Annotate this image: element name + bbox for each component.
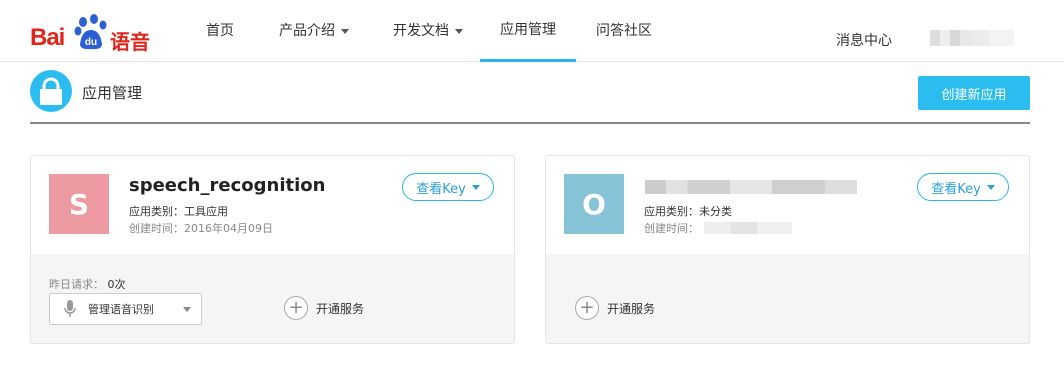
nav-label: 问答社区 <box>596 23 652 39</box>
plus-icon: + <box>575 296 599 320</box>
chevron-down-icon <box>183 307 191 312</box>
manage-service-select[interactable]: 管理语音识别 <box>49 293 202 325</box>
nav-label: 产品介绍 <box>279 23 335 39</box>
app-created-date: 创建时间： <box>644 220 699 236</box>
app-card: S speech_recognition 应用类别：工具应用 创建时间：2016… <box>30 155 515 344</box>
requests-value: 0次 <box>107 278 126 291</box>
nav-item-docs[interactable]: 开发文档 <box>378 0 478 62</box>
nav-item-app-management[interactable]: 应用管理 <box>480 0 576 62</box>
logo-du-text: du <box>85 37 97 48</box>
create-app-button[interactable]: 创建新应用 <box>918 76 1030 110</box>
baidu-voice-logo[interactable]: Bai du 语音 <box>30 14 150 54</box>
app-card: O 应用类别：未分类 创建时间： 查看Key + 开通服务 <box>545 155 1030 344</box>
chevron-down-icon <box>986 184 995 190</box>
chevron-down-icon <box>471 184 480 190</box>
page-header: 应用管理 创建新应用 <box>30 62 1030 124</box>
nav-label: 开发文档 <box>393 23 449 39</box>
app-name-redacted <box>645 180 857 194</box>
nav-item-products[interactable]: 产品介绍 <box>250 0 378 62</box>
app-category: 应用类别：工具应用 <box>129 205 228 218</box>
message-center-link[interactable]: 消息中心 <box>836 30 892 50</box>
bag-icon <box>30 70 72 112</box>
logo-suffix-text: 语音 <box>110 30 150 54</box>
open-service-button[interactable]: + 开通服务 <box>284 296 364 320</box>
main-nav: 首页 产品介绍 开发文档 应用管理 问答社区 <box>190 0 672 62</box>
plus-icon: + <box>284 296 308 320</box>
nav-item-home[interactable]: 首页 <box>190 0 250 62</box>
app-name: speech_recognition <box>129 175 326 196</box>
nav-item-community[interactable]: 问答社区 <box>576 0 672 62</box>
open-service-label: 开通服务 <box>316 301 365 316</box>
logo-bai-text: Bai <box>30 24 65 51</box>
created-date-redacted <box>704 222 792 234</box>
page-title: 应用管理 <box>82 84 143 102</box>
top-navbar: Bai du 语音 首页 产品介绍 开发文档 应用管理 问答社区 消息中心 <box>0 0 1064 62</box>
app-category: 应用类别：未分类 <box>644 205 732 218</box>
app-avatar: O <box>564 174 624 234</box>
nav-label: 应用管理 <box>500 21 556 38</box>
microphone-icon <box>64 300 76 317</box>
paw-icon: du <box>74 14 107 50</box>
user-account-menu[interactable] <box>930 30 1014 46</box>
app-created-date: 创建时间：2016年04月09日 <box>129 222 273 235</box>
created-label: 创建时间： <box>644 222 699 235</box>
view-key-label: 查看Key <box>416 181 466 197</box>
view-key-button[interactable]: 查看Key <box>402 173 494 201</box>
view-key-button[interactable]: 查看Key <box>917 173 1009 201</box>
open-service-label: 开通服务 <box>607 301 656 316</box>
nav-label: 首页 <box>206 23 234 39</box>
requests-label: 昨日请求： <box>49 278 104 291</box>
chevron-down-icon <box>341 28 349 34</box>
open-service-button[interactable]: + 开通服务 <box>575 296 655 320</box>
view-key-label: 查看Key <box>931 181 981 197</box>
app-avatar: S <box>49 174 109 234</box>
yesterday-requests: 昨日请求： 0次 <box>49 276 126 292</box>
select-value: 管理语音识别 <box>88 303 154 316</box>
chevron-down-icon <box>455 28 463 34</box>
